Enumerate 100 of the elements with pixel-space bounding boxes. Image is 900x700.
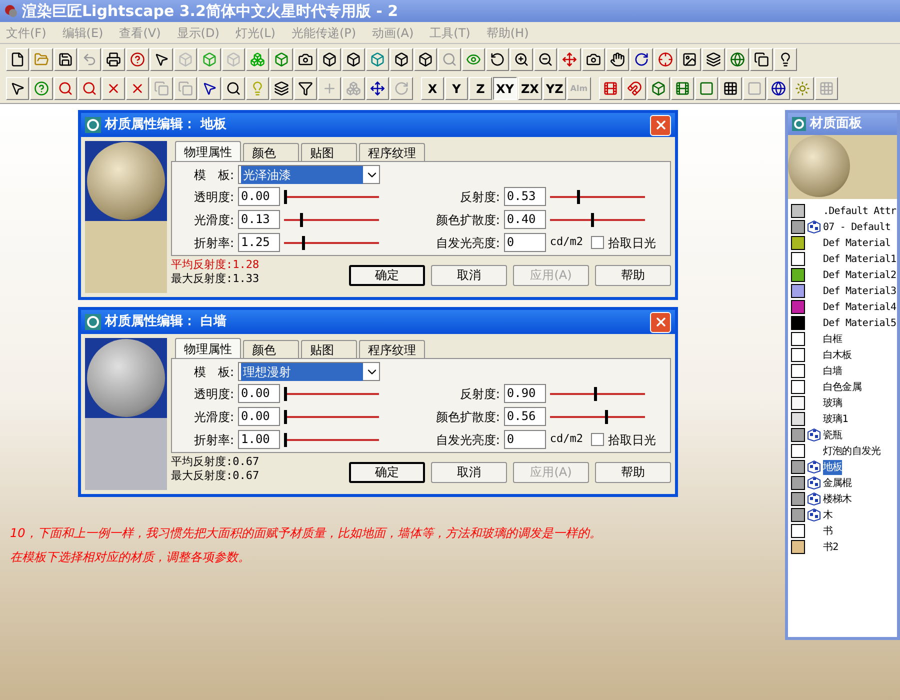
tab[interactable]: 程序纹理 (359, 143, 425, 161)
undo-button[interactable] (78, 48, 101, 70)
tab[interactable]: 物理属性 (175, 338, 241, 358)
slider-track[interactable] (550, 190, 645, 204)
material-item[interactable]: 书2 (791, 539, 897, 555)
dialog-button[interactable]: 确定 (349, 265, 425, 286)
material-item[interactable]: 楼梯木 (791, 491, 897, 507)
cube-button[interactable] (646, 77, 670, 100)
cube-outline-button[interactable] (198, 48, 221, 70)
material-item[interactable]: 书 (791, 523, 897, 539)
deselect-button[interactable] (126, 77, 149, 100)
value-field[interactable]: 0.00 (238, 407, 280, 426)
grid-button[interactable] (814, 77, 838, 100)
material-item[interactable]: 07 - Default (791, 219, 897, 235)
select-arrow-button[interactable] (6, 77, 29, 100)
globe-button[interactable] (766, 77, 790, 100)
filter-button[interactable] (294, 77, 317, 100)
axis-button[interactable]: Z (469, 77, 492, 100)
value-field[interactable]: 0.53 (504, 187, 546, 206)
slider-track[interactable] (284, 432, 379, 446)
dialog-button[interactable]: 取消 (431, 462, 507, 483)
pan-button[interactable] (558, 48, 581, 70)
slider-thumb[interactable] (300, 212, 303, 226)
slider-thumb[interactable] (577, 190, 580, 204)
value-field[interactable]: 0.00 (238, 187, 280, 206)
axis-button[interactable]: X (421, 77, 444, 100)
wireframe-cube-button[interactable] (174, 48, 197, 70)
tab[interactable]: 程序纹理 (359, 340, 425, 358)
material-item[interactable]: Def Material1 (791, 251, 897, 267)
save-button[interactable] (54, 48, 77, 70)
zoom-in-button[interactable] (510, 48, 533, 70)
query-button[interactable] (30, 77, 53, 100)
search-button[interactable] (438, 48, 461, 70)
slider-thumb[interactable] (591, 212, 594, 226)
value-field[interactable]: 1.00 (238, 430, 280, 449)
template-dropdown[interactable]: 光泽油漆 (238, 165, 380, 184)
tab[interactable]: 颜色 (243, 143, 299, 161)
magnet-button[interactable] (622, 77, 646, 100)
tab[interactable]: 物理属性 (175, 141, 241, 161)
rotate-button[interactable] (630, 48, 653, 70)
value-field[interactable]: 0.13 (238, 210, 280, 229)
zoom-out-button[interactable] (534, 48, 557, 70)
material-item[interactable]: 玻璃1 (791, 411, 897, 427)
cube-button[interactable] (222, 48, 245, 70)
help-button[interactable] (126, 48, 149, 70)
globe-button[interactable] (726, 48, 749, 70)
layer-list-button[interactable] (270, 77, 293, 100)
slider-track[interactable] (284, 410, 379, 424)
picture-button[interactable] (678, 48, 701, 70)
new-file-button[interactable] (6, 48, 29, 70)
material-item[interactable]: Def Material3 (791, 283, 897, 299)
slider-track[interactable] (550, 212, 645, 226)
hand-button[interactable] (606, 48, 629, 70)
tab[interactable]: 颜色 (243, 340, 299, 358)
slider-track[interactable] (284, 386, 379, 400)
value-field[interactable]: 1.25 (238, 233, 280, 252)
checkbox[interactable] (591, 236, 604, 249)
axis-button[interactable]: Y (445, 77, 468, 100)
dialog-button[interactable]: 取消 (431, 265, 507, 286)
slider-track[interactable] (284, 236, 379, 250)
cube-view-button[interactable] (318, 48, 341, 70)
axis-button[interactable]: ZX (518, 77, 542, 100)
value-field[interactable]: 0.00 (238, 384, 280, 403)
cube-view-button[interactable] (414, 48, 437, 70)
material-item[interactable]: 灯泡的自发光 (791, 443, 897, 459)
value-field[interactable]: 0 (504, 430, 546, 449)
axis-button[interactable]: XY (493, 77, 517, 100)
slider-track[interactable] (284, 212, 379, 226)
tab[interactable]: 贴图 (301, 143, 357, 161)
add-button[interactable] (318, 77, 341, 100)
cube-view-button[interactable] (342, 48, 365, 70)
eye-button[interactable] (462, 48, 485, 70)
material-item[interactable]: 金属棍 (791, 475, 897, 491)
axis-button[interactable]: YZ (542, 77, 566, 100)
value-field[interactable]: 0.40 (504, 210, 546, 229)
film-button[interactable] (598, 77, 622, 100)
material-item[interactable]: 白框 (791, 331, 897, 347)
value-field[interactable]: 0.56 (504, 407, 546, 426)
slider-track[interactable] (550, 386, 645, 400)
deselect-button[interactable] (102, 77, 125, 100)
material-item[interactable]: Def Material5 (791, 315, 897, 331)
material-item[interactable]: 白墙 (791, 363, 897, 379)
value-field[interactable]: 0.90 (504, 384, 546, 403)
printer-button[interactable] (102, 48, 125, 70)
solid-cube-button[interactable] (270, 48, 293, 70)
layers-button[interactable] (702, 48, 725, 70)
slider-track[interactable] (550, 410, 645, 424)
lamp-button[interactable] (774, 48, 797, 70)
dialog-button[interactable]: 帮助 (595, 265, 671, 286)
dialog-button[interactable]: 帮助 (595, 462, 671, 483)
material-item[interactable]: 白色金属 (791, 379, 897, 395)
orbit-button[interactable] (486, 48, 509, 70)
template-dropdown[interactable]: 理想漫射 (238, 362, 380, 381)
page-button[interactable] (150, 77, 173, 100)
slider-thumb[interactable] (284, 190, 287, 204)
square-button[interactable] (742, 77, 766, 100)
stacked-boxes-button[interactable] (246, 48, 269, 70)
dialog-button[interactable]: 确定 (349, 462, 425, 483)
material-item[interactable]: 白木板 (791, 347, 897, 363)
material-item[interactable]: 地板 (791, 459, 897, 475)
